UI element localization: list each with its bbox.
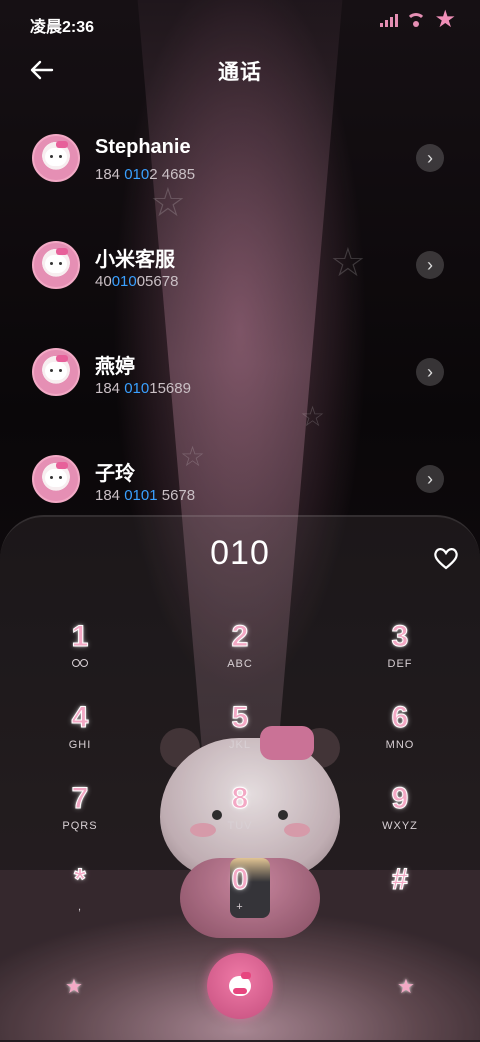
star-battery-icon: ★ xyxy=(434,6,456,33)
voicemail-icon xyxy=(72,659,88,667)
dialed-number-display[interactable]: 010 xyxy=(0,534,480,580)
contact-name: 燕婷 xyxy=(95,356,135,378)
page-title: 通话 xyxy=(218,61,262,84)
key-5[interactable]: 5 JKL xyxy=(185,701,295,771)
avatar xyxy=(32,455,80,503)
status-time: 凌晨2:36 xyxy=(30,19,95,36)
contact-name: Stephanie xyxy=(95,136,191,158)
key-6[interactable]: 6 MNO xyxy=(345,701,455,771)
left-star-button[interactable]: ★ xyxy=(65,974,83,999)
chevron-right-icon: › xyxy=(427,468,433,489)
key-0[interactable]: 0 + xyxy=(185,863,295,933)
contact-row[interactable]: 小米客服 4001005678 › xyxy=(0,227,480,334)
key-1[interactable]: 1 xyxy=(25,620,135,690)
matched-digits: 0101 xyxy=(124,487,158,504)
contact-detail-button[interactable]: › xyxy=(416,144,444,172)
contact-number: 184 01015689 xyxy=(95,380,191,397)
avatar xyxy=(32,134,80,182)
kitty-call-icon xyxy=(229,972,251,996)
key-star[interactable]: * , xyxy=(25,863,135,933)
avatar xyxy=(32,241,80,289)
heart-icon xyxy=(434,548,458,570)
status-bar: 凌晨2:36 ★ xyxy=(0,0,480,44)
contact-number: 184 0102 4685 xyxy=(95,166,196,183)
matched-digits: 010 xyxy=(111,273,137,290)
signal-icon xyxy=(380,13,399,27)
contact-name: 子玲 xyxy=(95,463,135,485)
chevron-right-icon: › xyxy=(427,361,433,382)
key-7[interactable]: 7 PQRS xyxy=(25,782,135,852)
key-hash[interactable]: # xyxy=(345,863,455,933)
matched-digits: 010 xyxy=(124,166,150,183)
key-9[interactable]: 9 WXYZ xyxy=(345,782,455,852)
key-2[interactable]: 2 ABC xyxy=(185,620,295,690)
contact-suggestion-list: Stephanie 184 0102 4685 › 小米客服 400100567… xyxy=(0,120,480,548)
page-header: 通话 xyxy=(0,44,480,96)
contact-row[interactable]: 燕婷 184 01015689 › xyxy=(0,334,480,441)
chevron-right-icon: › xyxy=(427,254,433,275)
chevron-right-icon: › xyxy=(427,147,433,168)
call-button[interactable] xyxy=(207,953,273,1019)
star-icon: ★ xyxy=(65,976,83,998)
avatar xyxy=(32,348,80,396)
matched-digits: 010 xyxy=(124,380,150,397)
contact-row[interactable]: Stephanie 184 0102 4685 › xyxy=(0,120,480,227)
key-8[interactable]: 8 TUV xyxy=(185,782,295,852)
contact-name: 小米客服 xyxy=(95,249,175,271)
key-3[interactable]: 3 DEF xyxy=(345,620,455,690)
key-4[interactable]: 4 GHI xyxy=(25,701,135,771)
wifi-icon xyxy=(406,13,427,27)
contact-number: 4001005678 xyxy=(95,273,179,290)
contact-detail-button[interactable]: › xyxy=(416,465,444,493)
contact-detail-button[interactable]: › xyxy=(416,358,444,386)
favorite-button[interactable] xyxy=(432,544,460,572)
contact-number: 184 0101 5678 xyxy=(95,487,196,504)
status-icons: ★ xyxy=(380,6,456,33)
right-star-button[interactable]: ★ xyxy=(397,974,415,999)
contact-detail-button[interactable]: › xyxy=(416,251,444,279)
star-icon: ★ xyxy=(397,976,415,998)
